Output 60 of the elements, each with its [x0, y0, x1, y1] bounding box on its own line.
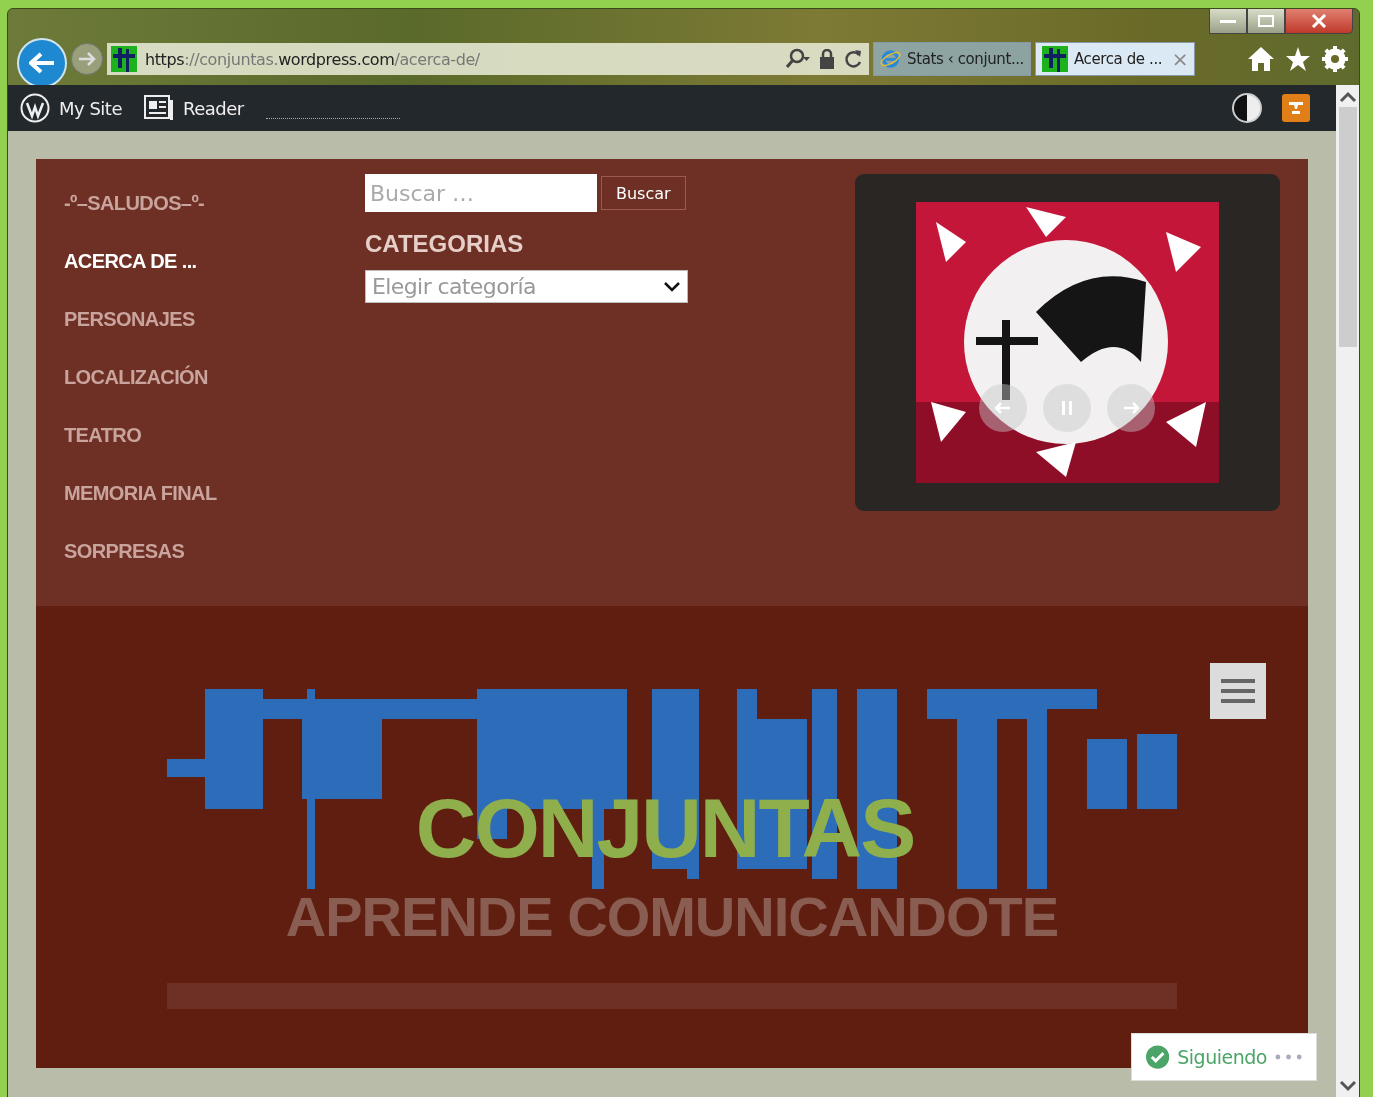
chevron-up-icon: [1338, 91, 1357, 103]
scrollbar[interactable]: [1336, 85, 1359, 1097]
right-arrow-icon: [1123, 402, 1139, 414]
scrollbar-thumb[interactable]: [1338, 107, 1357, 347]
refresh-icon: [843, 49, 863, 69]
menu-link[interactable]: LOCALIZACIÓN: [64, 363, 208, 391]
follow-button[interactable]: Siguiendo: [1131, 1033, 1317, 1081]
pause-icon: [1061, 401, 1073, 415]
next-slide-button[interactable]: [1107, 384, 1155, 432]
check-circle-icon: [1146, 1045, 1170, 1069]
menu-link[interactable]: MEMORIA FINAL: [64, 479, 217, 507]
notification-icon: [1288, 101, 1304, 115]
forward-arrow-icon: [78, 52, 96, 66]
browser-tab[interactable]: Stats ‹ conjunt...: [873, 42, 1031, 76]
minimize-button[interactable]: [1209, 9, 1247, 34]
close-button[interactable]: [1285, 9, 1353, 34]
avatar[interactable]: [1232, 93, 1262, 123]
admin-bar-link[interactable]: Reader: [143, 95, 244, 121]
lock-icon: [819, 49, 835, 69]
forward-button[interactable]: [71, 43, 103, 75]
wordpress-logo-icon: [20, 93, 50, 123]
chevron-down-icon: [1338, 1080, 1357, 1092]
chevron-down-icon: [663, 280, 681, 293]
more-icon: [1274, 1054, 1302, 1060]
menu-icon: [1221, 678, 1255, 704]
minimize-icon: [1220, 19, 1236, 23]
menu-link[interactable]: -º–SALUDOS–º-: [64, 189, 205, 217]
search-icon: [783, 48, 811, 70]
menu-link[interactable]: SORPRESAS: [64, 537, 185, 565]
reader-icon: [143, 95, 174, 121]
star-icon: [1285, 46, 1311, 72]
site-favicon-icon: [111, 46, 137, 72]
address-bar[interactable]: https://conjuntas.wordpress.com/acerca-de/: [107, 43, 869, 75]
categories-heading: CATEGORIAS: [365, 230, 525, 258]
search-field[interactable]: Buscar …: [365, 174, 597, 212]
admin-bar-link[interactable]: My Site: [20, 93, 122, 123]
menu-link[interactable]: TEATRO: [64, 421, 142, 449]
back-button[interactable]: [17, 38, 67, 88]
browser-tab[interactable]: Acerca de ... ×: [1035, 42, 1195, 76]
url-text: https://conjuntas.wordpress.com/acerca-de/: [145, 49, 481, 69]
notifications-button[interactable]: [1282, 94, 1310, 122]
settings-icon: [1321, 45, 1349, 73]
category-select[interactable]: Elegir categoría: [365, 270, 688, 303]
menu-link[interactable]: ACERCA DE ...: [64, 247, 197, 275]
site-tagline: APRENDE COMUNICANDOTE: [285, 889, 1059, 945]
search-button[interactable]: Buscar: [601, 176, 686, 210]
browser-logo-icon: [880, 47, 902, 71]
previous-slide-button[interactable]: [979, 384, 1027, 432]
menu-button[interactable]: [1210, 663, 1266, 719]
menu-link[interactable]: PERSONAJES: [64, 305, 195, 333]
maximize-icon: [1258, 15, 1274, 27]
admin-bar-label: Reader: [182, 97, 244, 119]
left-arrow-icon: [995, 402, 1011, 414]
maximize-button[interactable]: [1247, 9, 1285, 34]
home-icon: [1247, 46, 1275, 72]
close-tab-icon[interactable]: ×: [1171, 47, 1188, 71]
admin-bar-label: My Site: [59, 97, 122, 119]
close-icon: [1311, 14, 1327, 28]
site-favicon-icon: [1042, 46, 1068, 72]
back-arrow-icon: [29, 52, 55, 74]
